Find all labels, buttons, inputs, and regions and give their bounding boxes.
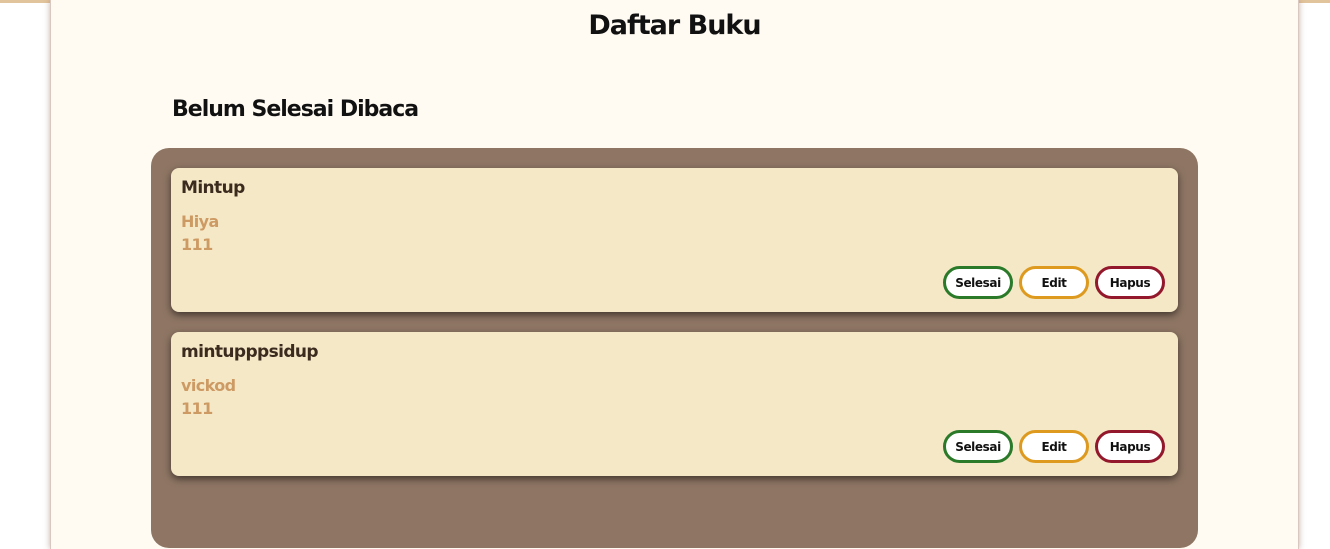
unfinished-book-list: Mintup Hiya 111 Selesai Edit Hapus mintu… bbox=[151, 148, 1198, 548]
page-container: Daftar Buku Belum Selesai Dibaca Mintup … bbox=[50, 0, 1299, 549]
book-item: mintupppsidup vickod 111 Selesai Edit Ha… bbox=[171, 332, 1178, 476]
book-title: mintupppsidup bbox=[181, 342, 319, 362]
book-title: Mintup bbox=[181, 178, 245, 198]
book-year: 111 bbox=[181, 235, 213, 254]
book-author: Hiya bbox=[181, 212, 219, 231]
mark-done-button[interactable]: Selesai bbox=[943, 430, 1013, 463]
mark-done-button[interactable]: Selesai bbox=[943, 266, 1013, 299]
delete-button[interactable]: Hapus bbox=[1095, 430, 1165, 463]
delete-button[interactable]: Hapus bbox=[1095, 266, 1165, 299]
edit-button[interactable]: Edit bbox=[1019, 430, 1089, 463]
page-title: Daftar Buku bbox=[588, 10, 761, 41]
book-actions: Selesai Edit Hapus bbox=[943, 266, 1165, 299]
book-author: vickod bbox=[181, 376, 236, 395]
book-year: 111 bbox=[181, 399, 213, 418]
section-title-unfinished: Belum Selesai Dibaca bbox=[172, 97, 419, 122]
book-item: Mintup Hiya 111 Selesai Edit Hapus bbox=[171, 168, 1178, 312]
book-actions: Selesai Edit Hapus bbox=[943, 430, 1165, 463]
edit-button[interactable]: Edit bbox=[1019, 266, 1089, 299]
